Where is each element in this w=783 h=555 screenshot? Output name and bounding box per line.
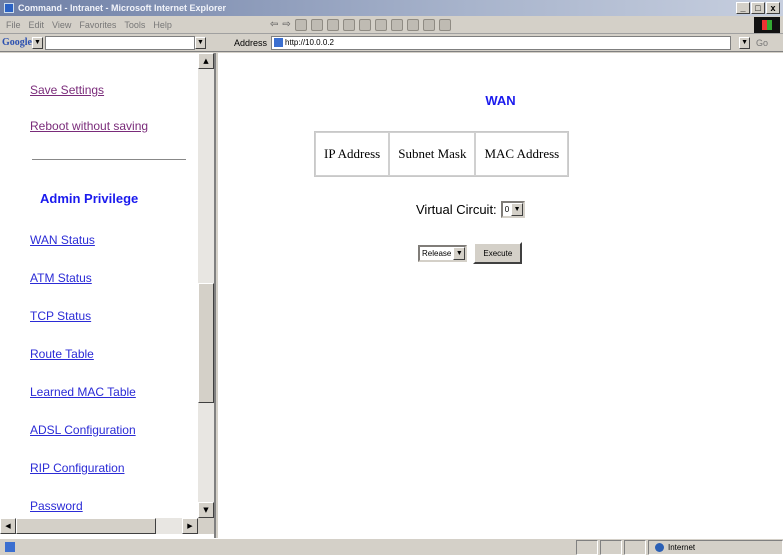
- google-search-dropdown-icon[interactable]: ▼: [195, 36, 206, 49]
- page-title: WAN: [485, 93, 516, 108]
- virtual-circuit-value: 0: [504, 205, 510, 214]
- window-title-bar: Command - Intranet - Microsoft Internet …: [0, 0, 783, 16]
- admin-privilege-heading: Admin Privilege: [40, 191, 139, 206]
- wan-info-table: IP Address Subnet Mask MAC Address: [314, 131, 570, 177]
- scroll-right-icon[interactable]: ▶: [182, 518, 198, 534]
- address-dropdown-icon[interactable]: ▼: [739, 36, 751, 49]
- edit-icon[interactable]: [422, 18, 435, 31]
- column-header-mac-address: MAC Address: [475, 132, 569, 176]
- status-cell: [624, 539, 646, 555]
- window-title: Command - Intranet - Microsoft Internet …: [18, 3, 227, 13]
- menu-edit[interactable]: Edit: [29, 20, 45, 30]
- scroll-left-icon[interactable]: ◀: [0, 518, 16, 534]
- nav-link-atm-status[interactable]: ATM Status: [30, 271, 92, 285]
- virtual-circuit-select[interactable]: 0 ▼: [500, 201, 526, 218]
- discuss-icon[interactable]: [438, 18, 451, 31]
- action-value: Release: [422, 248, 452, 258]
- windows-logo-icon: [754, 16, 780, 33]
- nav-frame: Save Settings Reboot without saving Admi…: [0, 53, 216, 538]
- column-header-subnet-mask: Subnet Mask: [389, 132, 476, 176]
- execute-row: Release ▼ Execute: [418, 242, 523, 264]
- content-frame: WAN IP Address Subnet Mask MAC Address V…: [218, 53, 783, 538]
- nav-divider: [32, 159, 186, 161]
- search-icon[interactable]: [342, 18, 355, 31]
- mail-icon[interactable]: [390, 18, 403, 31]
- column-header-ip-address: IP Address: [315, 132, 390, 176]
- nav-link-password[interactable]: Password: [30, 499, 83, 513]
- virtual-circuit-row: Virtual Circuit: 0 ▼: [416, 201, 526, 218]
- address-toolbar: Google ▼ ▼ Address http://10.0.0.2 ▼ Go: [0, 34, 783, 52]
- ie-icon: [4, 3, 14, 13]
- status-cell: [576, 539, 598, 555]
- nav-link-tcp-status[interactable]: TCP Status: [30, 309, 91, 323]
- menu-file[interactable]: File: [6, 20, 21, 30]
- globe-icon: [655, 542, 664, 552]
- scroll-thumb[interactable]: [198, 283, 214, 403]
- forward-icon[interactable]: ⇨: [282, 19, 290, 31]
- google-dropdown-icon[interactable]: ▼: [32, 36, 43, 49]
- menu-favorites[interactable]: Favorites: [79, 20, 116, 30]
- nav-link-adsl-configuration[interactable]: ADSL Configuration: [30, 423, 136, 437]
- action-select[interactable]: Release ▼: [418, 244, 468, 262]
- refresh-icon[interactable]: [310, 18, 323, 31]
- google-logo[interactable]: Google: [2, 37, 32, 48]
- virtual-circuit-label: Virtual Circuit:: [416, 202, 497, 217]
- scroll-up-icon[interactable]: ▲: [198, 53, 214, 69]
- chevron-down-icon[interactable]: ▼: [453, 246, 466, 260]
- page-icon: [274, 38, 284, 47]
- nav-vertical-scrollbar[interactable]: ▲ ▼: [198, 53, 214, 518]
- nav-link-learned-mac-table[interactable]: Learned MAC Table: [30, 385, 136, 399]
- scroll-down-icon[interactable]: ▼: [198, 502, 214, 518]
- home-icon[interactable]: [326, 18, 339, 31]
- history-icon[interactable]: [374, 18, 387, 31]
- minimize-button[interactable]: _: [736, 2, 750, 14]
- status-cell: [600, 539, 622, 555]
- reboot-link[interactable]: Reboot without saving: [30, 119, 148, 133]
- nav-link-route-table[interactable]: Route Table: [30, 347, 94, 361]
- nav-horizontal-scrollbar[interactable]: ◀ ▶: [0, 518, 198, 534]
- status-bar: Internet: [0, 538, 783, 555]
- security-zone: Internet: [648, 539, 783, 555]
- address-label: Address: [234, 37, 268, 48]
- menu-help[interactable]: Help: [153, 20, 172, 30]
- execute-button[interactable]: Execute: [473, 242, 523, 264]
- nav-link-rip-configuration[interactable]: RIP Configuration: [30, 461, 125, 475]
- page-status-icon: [5, 542, 15, 552]
- print-icon[interactable]: [406, 18, 419, 31]
- favorites-icon[interactable]: [358, 18, 371, 31]
- horizontal-scroll-thumb[interactable]: [16, 518, 156, 534]
- address-value: http://10.0.0.2: [285, 38, 334, 47]
- stop-icon[interactable]: [294, 18, 307, 31]
- back-icon[interactable]: ⇦: [270, 19, 278, 31]
- maximize-button[interactable]: □: [751, 2, 765, 14]
- address-input[interactable]: http://10.0.0.2: [271, 35, 732, 50]
- google-search-input[interactable]: [45, 35, 195, 50]
- save-settings-link[interactable]: Save Settings: [30, 83, 104, 97]
- chevron-down-icon[interactable]: ▼: [511, 203, 524, 216]
- scroll-corner: [198, 518, 214, 534]
- menu-view[interactable]: View: [52, 20, 71, 30]
- close-button[interactable]: x: [766, 2, 780, 14]
- zone-label: Internet: [668, 542, 696, 552]
- nav-link-wan-status[interactable]: WAN Status: [30, 233, 95, 247]
- nav-links: Save Settings Reboot without saving Admi…: [0, 53, 198, 518]
- menu-toolbar: File Edit View Favorites Tools Help ⇦ ⇨: [0, 16, 783, 34]
- menu-tools[interactable]: Tools: [124, 20, 145, 30]
- go-button[interactable]: Go: [756, 38, 768, 48]
